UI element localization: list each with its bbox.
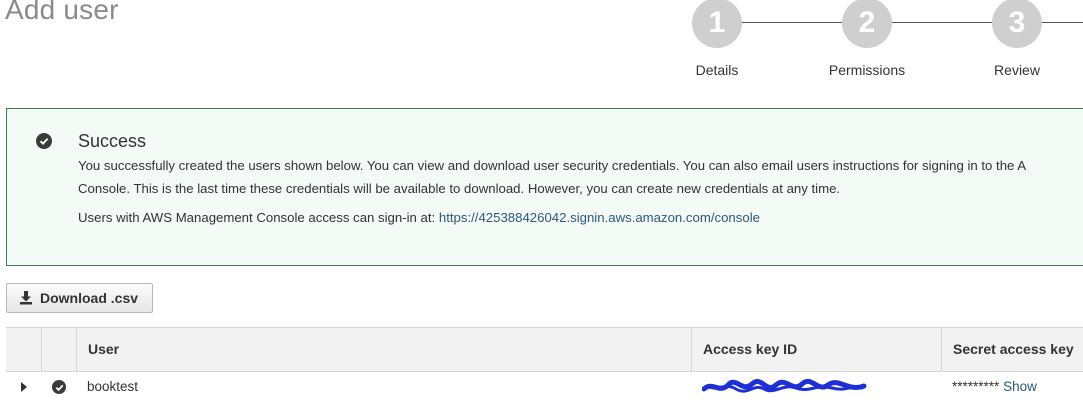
step-2-number: 2 [858, 6, 876, 39]
step-2-circle: 2 [842, 0, 892, 48]
header-secret-access-key[interactable]: Secret access key [941, 328, 1083, 371]
wizard-stepper: 1 2 3 Details Permissions Review [0, 0, 1083, 90]
download-icon [19, 291, 33, 305]
cell-user: booktest [87, 379, 139, 394]
signin-prefix: Users with AWS Management Console access… [78, 210, 439, 225]
step-connector-3-end [1042, 22, 1083, 23]
show-secret-link[interactable]: Show [1003, 379, 1037, 394]
step-3-number: 3 [1008, 6, 1026, 39]
step-connector-1-2 [741, 22, 842, 23]
header-user[interactable]: User [76, 328, 691, 371]
header-expand-col [6, 328, 41, 371]
success-message-line-1: You successfully created the users shown… [78, 158, 1027, 173]
redacted-scribble [701, 378, 867, 393]
success-message: You successfully created the users shown… [78, 155, 1083, 200]
download-csv-button[interactable]: Download .csv [6, 283, 153, 313]
table-header: User Access key ID Secret access key [6, 327, 1083, 372]
step-1-circle: 1 [692, 0, 742, 48]
download-csv-label: Download .csv [40, 290, 139, 306]
step-1-number: 1 [708, 6, 726, 39]
success-title: Success [78, 131, 147, 151]
success-message-line-2: Console. This is the last time these cre… [78, 180, 841, 196]
step-1-label: Details [695, 62, 739, 78]
step-3-label: Review [994, 62, 1040, 78]
secret-mask: ********* [952, 379, 1000, 394]
success-check-icon [36, 133, 52, 149]
header-status-col [41, 328, 76, 371]
row-success-check-icon [52, 380, 66, 394]
expand-row-icon[interactable] [21, 382, 27, 392]
table-row: booktest ********* Show [6, 372, 1083, 402]
step-3-circle: 3 [992, 0, 1042, 48]
cell-access-key-id [701, 372, 867, 402]
step-connector-2-3 [892, 22, 992, 23]
users-table: User Access key ID Secret access key boo… [6, 327, 1083, 402]
cell-secret-access-key: ********* Show [952, 372, 1037, 402]
signin-info: Users with AWS Management Console access… [78, 210, 760, 225]
step-2-label: Permissions [828, 62, 906, 78]
success-alert: Success You successfully created the use… [6, 108, 1083, 266]
signin-url-link[interactable]: https://425388426042.signin.aws.amazon.c… [439, 210, 760, 225]
header-access-key-id[interactable]: Access key ID [691, 328, 941, 371]
